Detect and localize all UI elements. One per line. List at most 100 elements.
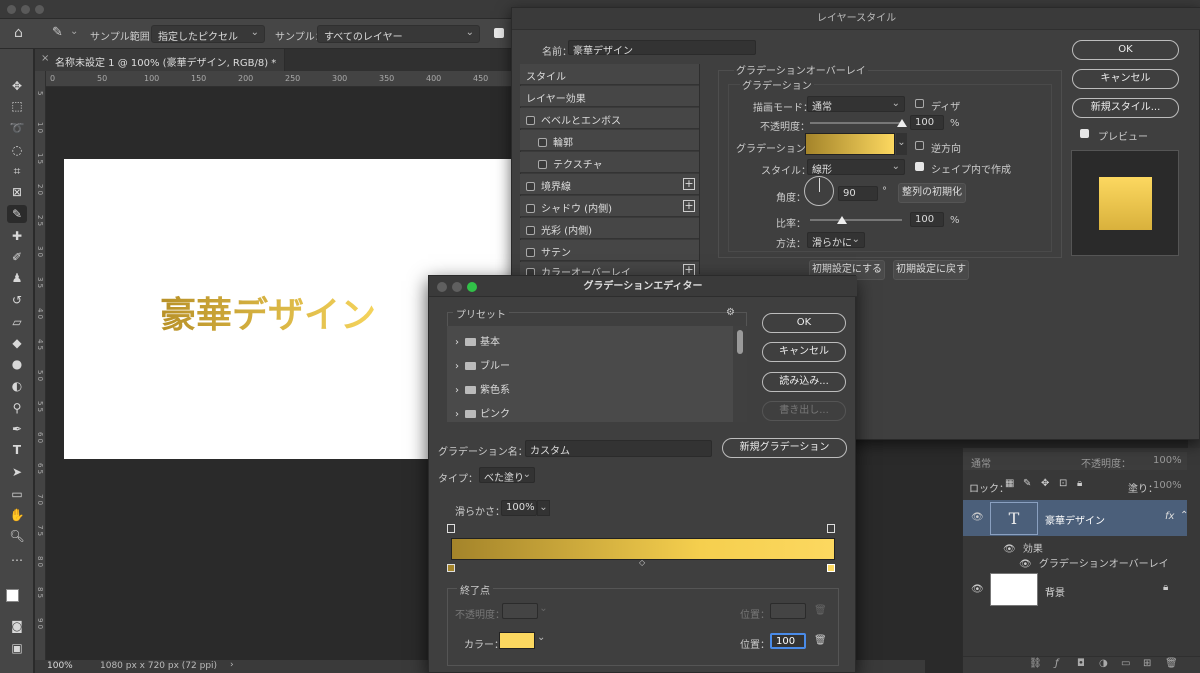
opacity-stop-end[interactable] — [827, 524, 835, 533]
eyedropper-icon[interactable]: ✎ — [52, 25, 63, 40]
opacity-slider[interactable] — [810, 122, 902, 124]
home-icon[interactable]: ⌂ — [14, 25, 23, 41]
style-item-inner-shadow[interactable]: シャドウ (内側) + — [520, 196, 699, 217]
hand-tool-icon[interactable]: ✋ — [7, 506, 27, 524]
history-brush-tool-icon[interactable]: ↺ — [7, 291, 27, 309]
eye-icon[interactable]: 👁︎ — [971, 512, 984, 523]
eye-icon[interactable]: 👁︎ — [1003, 544, 1016, 555]
lock-artboard-icon[interactable]: ⊡ — [1059, 478, 1067, 489]
angle-field[interactable]: 90 — [838, 186, 878, 201]
clone-stamp-tool-icon[interactable]: ♟ — [7, 269, 27, 287]
group-folder-icon[interactable]: ▭ — [1121, 658, 1130, 669]
show-ring-checkbox[interactable] — [494, 28, 504, 38]
layers-blend-mode[interactable]: 通常 — [971, 455, 991, 470]
preset-folder-row[interactable]: › ピンク — [455, 400, 735, 424]
opacity-slider-thumb[interactable] — [897, 119, 907, 127]
quick-mask-icon[interactable]: ◙ — [7, 617, 27, 635]
healing-brush-tool-icon[interactable]: ✚ — [7, 227, 27, 245]
foreground-color-swatch[interactable] — [6, 589, 19, 602]
reset-alignment-button[interactable]: 整列の初期化 — [898, 183, 966, 203]
scale-slider[interactable] — [810, 219, 902, 221]
pen-tool-icon[interactable]: ✒ — [7, 420, 27, 438]
lock-move-icon[interactable]: ✥ — [1041, 478, 1049, 489]
chevron-right-icon[interactable]: › — [455, 385, 459, 396]
minimize-window-button[interactable] — [452, 282, 462, 292]
lock-paint-icon[interactable]: ✎ — [1023, 478, 1031, 489]
presets-scrollbar[interactable] — [733, 326, 747, 422]
smoothness-chevron-icon[interactable]: ⌄ — [537, 500, 550, 516]
stop-color-swatch[interactable] — [499, 632, 535, 649]
trash-icon[interactable]: 🗑︎ — [1165, 658, 1178, 669]
zoom-lens-tool-icon[interactable]: ⚲ — [7, 399, 27, 417]
type-tool-icon[interactable]: T — [7, 441, 27, 459]
new-gradient-button[interactable]: 新規グラデーション — [722, 438, 847, 458]
smoothness-field[interactable]: 100% — [501, 500, 537, 516]
eye-icon[interactable]: 👁︎ — [971, 584, 984, 595]
dodge-tool-icon[interactable]: ◐ — [7, 377, 27, 395]
chevron-right-icon[interactable]: › — [455, 337, 459, 348]
frame-tool-icon[interactable]: ⊠ — [7, 183, 27, 201]
checkbox[interactable] — [526, 204, 535, 213]
trash-icon[interactable]: 🗑︎ — [814, 605, 827, 616]
layer-row[interactable]: 👁︎ 背景 🔒︎ — [963, 572, 1187, 608]
marquee-tool-icon[interactable]: ⬚ — [7, 97, 27, 115]
checkbox[interactable] — [538, 160, 547, 169]
quick-select-tool-icon[interactable]: ◌ — [7, 141, 27, 159]
eyedropper-tool-icon[interactable]: ✎ — [7, 205, 27, 223]
stop-color-location-field[interactable]: 100 — [770, 633, 806, 649]
preset-folder-row[interactable]: › ブルー — [455, 352, 735, 376]
fx-icon[interactable]: fx — [1165, 511, 1174, 522]
gradient-style-select[interactable]: 線形 ⌄ — [807, 159, 905, 176]
preset-folder-row[interactable]: › 紫色系 — [455, 376, 735, 400]
new-layer-icon[interactable]: ⊞ — [1143, 658, 1151, 669]
crop-tool-icon[interactable]: ⌗ — [7, 162, 27, 180]
adjustment-layer-icon[interactable]: ◑ — [1099, 658, 1108, 669]
gradient-swatch[interactable] — [805, 133, 895, 155]
checkbox[interactable] — [526, 116, 535, 125]
lock-transparent-icon[interactable]: ▦ — [1005, 478, 1014, 489]
opacity-field[interactable]: 100 — [910, 115, 944, 130]
chevron-right-icon[interactable]: › — [455, 409, 459, 420]
gradient-cancel-button[interactable]: キャンセル — [762, 342, 846, 362]
layer-style-name-field[interactable]: 豪華デザイン — [568, 40, 756, 57]
opacity-stop-start[interactable] — [447, 524, 455, 533]
checkbox[interactable] — [526, 248, 535, 257]
color-stop-end[interactable] — [827, 564, 835, 572]
layer-row[interactable]: 👁︎ T 豪華デザイン fx ⌃ — [963, 500, 1188, 536]
effects-header[interactable]: レイヤー効果 — [520, 86, 699, 107]
align-with-layer-checkbox[interactable] — [915, 162, 930, 173]
minimize-window-button[interactable] — [21, 5, 30, 14]
checkbox[interactable] — [526, 226, 535, 235]
checkbox[interactable] — [538, 138, 547, 147]
gear-icon[interactable]: ⚙ — [726, 307, 735, 318]
scale-field[interactable]: 100 — [910, 212, 944, 227]
stop-opacity-field[interactable] — [502, 603, 538, 619]
styles-header[interactable]: スタイル — [520, 64, 699, 85]
chevron-down-icon[interactable]: ⌄ — [537, 632, 545, 643]
new-style-button[interactable]: 新規スタイル... — [1072, 98, 1179, 118]
paint-bucket-tool-icon[interactable]: ◆ — [7, 334, 27, 352]
effects-row[interactable]: 👁︎ 効果 — [1003, 540, 1043, 555]
gradient-load-button[interactable]: 読み込み... — [762, 372, 846, 392]
move-tool-icon[interactable]: ✥ — [7, 77, 27, 95]
angle-dial[interactable] — [804, 176, 834, 206]
style-item-color-overlay[interactable]: カラーオーバーレイ + — [520, 262, 699, 276]
style-item-satin[interactable]: サテン — [520, 240, 699, 261]
method-select[interactable]: 滑らかに ⌄ — [807, 232, 865, 249]
layer-style-ok-button[interactable]: OK — [1072, 40, 1179, 60]
midpoint-diamond-icon[interactable]: ◇ — [639, 558, 645, 567]
add-icon[interactable]: + — [683, 200, 695, 212]
style-item-stroke[interactable]: 境界線 + — [520, 174, 699, 195]
more-tools-icon[interactable]: ⋯ — [7, 551, 27, 569]
preview-checkbox[interactable] — [1080, 129, 1095, 140]
gradient-picker-chevron-icon[interactable]: ⌄ — [896, 133, 907, 155]
brush-tool-icon[interactable]: ✐ — [7, 248, 27, 266]
gradient-ok-button[interactable]: OK — [762, 313, 846, 333]
close-window-button[interactable] — [7, 5, 16, 14]
preset-folder-row[interactable]: › 基本 — [455, 328, 735, 352]
add-style-icon[interactable]: ƒ — [1055, 658, 1059, 669]
sample-size-select[interactable]: 指定したピクセル ⌄ — [151, 25, 265, 43]
close-window-button[interactable] — [437, 282, 447, 292]
effect-item-row[interactable]: 👁︎ グラデーションオーバーレイ — [1019, 555, 1169, 570]
zoom-window-button[interactable] — [467, 282, 477, 292]
